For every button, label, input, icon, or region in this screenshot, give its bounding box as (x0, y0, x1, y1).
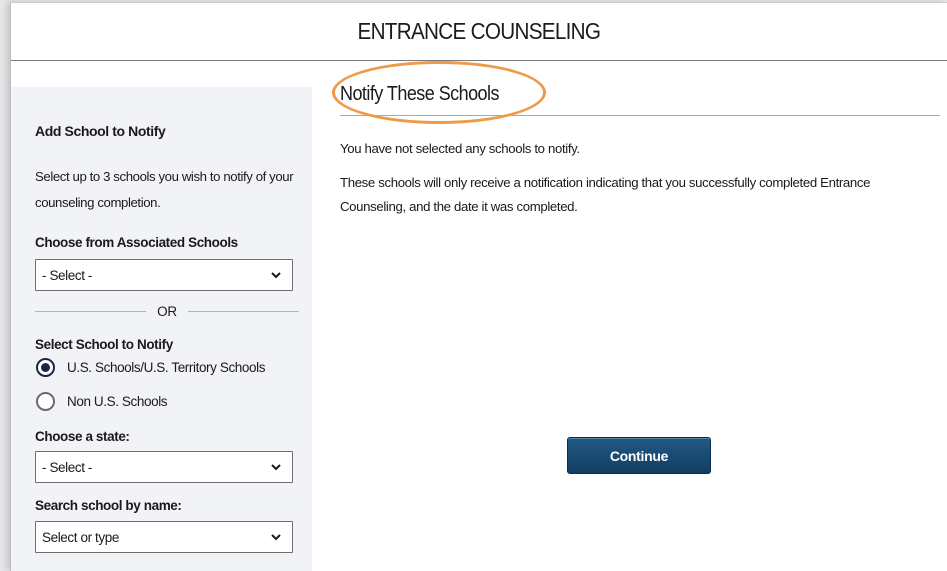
add-school-sidebar: Add School to Notify Select up to 3 scho… (11, 87, 312, 571)
search-school-select-value: Select or type (42, 529, 119, 545)
notify-schools-title: Notify These Schools (340, 83, 500, 105)
radio-us-schools[interactable]: U.S. Schools/U.S. Territory Schools (36, 358, 265, 377)
chevron-down-icon (271, 272, 281, 279)
continue-button[interactable]: Continue (567, 437, 711, 474)
state-label: Choose a state: (35, 429, 130, 444)
state-select-value: - Select - (42, 459, 93, 475)
chevron-down-icon (271, 464, 281, 471)
divider-line-left (35, 310, 147, 312)
page-title: ENTRANCE COUNSELING (357, 18, 602, 44)
chevron-down-icon (271, 534, 281, 541)
radio-us-schools-label: U.S. Schools/U.S. Territory Schools (67, 360, 266, 375)
state-select[interactable]: - Select - (35, 451, 293, 483)
associated-schools-select-value: - Select - (42, 267, 93, 283)
empty-schools-message: You have not selected any schools to not… (340, 141, 580, 156)
page-header: ENTRANCE COUNSELING (11, 3, 947, 61)
radio-button-unchecked[interactable] (36, 392, 55, 411)
or-text: OR (157, 303, 177, 319)
notification-info-text: These schools will only receive a notifi… (340, 175, 871, 214)
notify-schools-panel: Notify These Schools You have not select… (332, 61, 940, 563)
radio-non-us-schools[interactable]: Non U.S. Schools (36, 392, 168, 411)
associated-schools-select[interactable]: - Select - (35, 259, 293, 291)
school-type-label: Select School to Notify (35, 337, 173, 352)
search-school-select[interactable]: Select or type (35, 521, 293, 553)
or-divider: OR (35, 301, 299, 321)
search-school-label: Search school by name: (35, 498, 182, 513)
associated-schools-label: Choose from Associated Schools (35, 235, 238, 250)
radio-non-us-schools-label: Non U.S. Schools (67, 394, 168, 409)
page-frame: ENTRANCE COUNSELING Add School to Notify… (10, 2, 947, 571)
radio-button-checked[interactable] (36, 358, 55, 377)
sidebar-title: Add School to Notify (35, 123, 166, 139)
title-divider (340, 115, 940, 116)
sidebar-description: Select up to 3 schools you wish to notif… (35, 169, 294, 210)
divider-line-right (187, 310, 299, 312)
